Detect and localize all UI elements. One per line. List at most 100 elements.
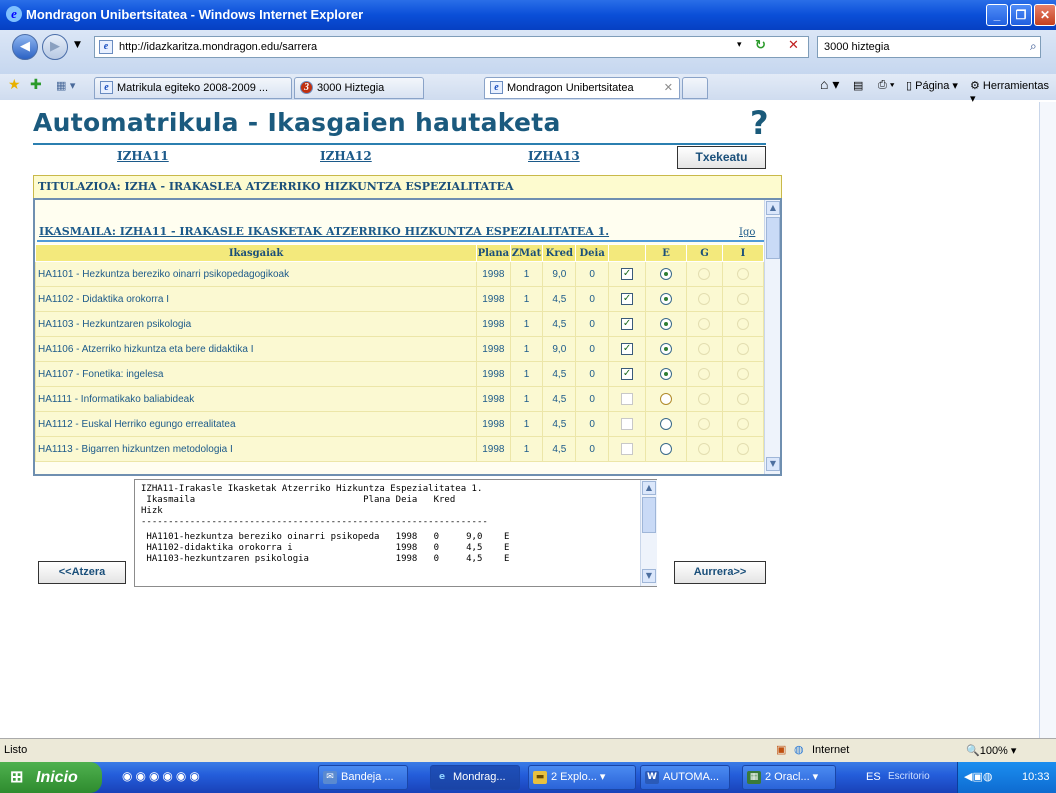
- subject-name[interactable]: HA1106 - Atzerriko hizkuntza eta bere di…: [35, 336, 478, 362]
- forward-button[interactable]: ▶: [42, 34, 68, 60]
- tab-close-icon[interactable]: ✕: [664, 78, 673, 98]
- home-icon[interactable]: ⌂ ▾: [820, 76, 839, 93]
- popup-icon[interactable]: ▣: [776, 743, 786, 756]
- zmat-value: 1: [509, 261, 544, 287]
- subject-name[interactable]: HA1112 - Euskal Herriko egungo errealita…: [35, 411, 478, 437]
- new-tab-button[interactable]: [682, 77, 708, 99]
- quick-launch-icons[interactable]: ◉◉◉◉◉◉: [122, 769, 203, 783]
- search-icon[interactable]: ⌕: [1030, 39, 1037, 54]
- scroll-down-icon[interactable]: ▼: [642, 569, 656, 583]
- taskbar-item-automa[interactable]: W AUTOMA...: [640, 765, 730, 790]
- subject-checkbox[interactable]: [621, 418, 634, 430]
- subject-checkbox[interactable]: [621, 393, 634, 405]
- search-text: 3000 hiztegia: [824, 41, 890, 53]
- call-radio-e[interactable]: [660, 393, 672, 405]
- feeds-icon[interactable]: ▤: [853, 79, 863, 92]
- add-favorites-icon[interactable]: ✚: [30, 77, 42, 93]
- maximize-button[interactable]: ❐: [1010, 4, 1032, 26]
- scroll-up-icon[interactable]: ▲: [642, 481, 656, 495]
- stop-icon[interactable]: ✕: [788, 38, 799, 53]
- radio-cell-e: [644, 386, 688, 412]
- table-row: HA1113 - Bigarren hizkuntzen metodologia…: [35, 436, 765, 462]
- summary-line: ----------------------------------------…: [141, 517, 488, 527]
- scroll-thumb[interactable]: [642, 497, 656, 533]
- subject-name[interactable]: HA1113 - Bigarren hizkuntzen metodologia…: [35, 436, 478, 462]
- page-scrollbar[interactable]: [1039, 102, 1056, 738]
- radio-cell-e: [644, 261, 688, 287]
- favorites-star-icon[interactable]: ★: [8, 77, 21, 93]
- radio-cell-e: [644, 336, 688, 362]
- group-link-izha11[interactable]: IZHA11: [117, 149, 169, 163]
- quick-tabs-icon[interactable]: ▦ ▾: [56, 79, 75, 92]
- taskbar-item-bandeja[interactable]: ✉ Bandeja ...: [318, 765, 408, 790]
- igo-link[interactable]: Igo: [739, 227, 755, 238]
- scroll-thumb[interactable]: [766, 217, 780, 259]
- radio-cell-i: [721, 311, 765, 337]
- group-link-izha12[interactable]: IZHA12: [320, 149, 372, 163]
- refresh-icon[interactable]: ↻: [755, 38, 766, 53]
- address-toolbar: ◀ ▶ ▼ e http://idazkaritza.mondragon.edu…: [0, 30, 1056, 74]
- group-link-izha13[interactable]: IZHA13: [528, 149, 580, 163]
- close-button[interactable]: ✕: [1034, 4, 1056, 26]
- minimize-button[interactable]: _: [986, 4, 1008, 26]
- tab-mondragon[interactable]: e Mondragon Unibertsitatea ✕: [484, 77, 680, 99]
- taskbar-item-oracle[interactable]: ▦ 2 Oracl... ▾: [742, 765, 836, 790]
- call-radio-e[interactable]: [660, 268, 672, 280]
- subject-checkbox[interactable]: ✓: [621, 343, 634, 355]
- scroll-up-icon[interactable]: ▲: [766, 201, 780, 215]
- history-dropdown-icon[interactable]: ▼: [74, 40, 81, 50]
- tab-matrikula[interactable]: e Matrikula egiteko 2008-2009 ...: [94, 77, 292, 99]
- subject-checkbox[interactable]: ✓: [621, 318, 634, 330]
- deia-value: 0: [575, 411, 610, 437]
- scroll-down-icon[interactable]: ▼: [766, 457, 780, 471]
- start-button[interactable]: ⊞ Inicio: [0, 762, 102, 793]
- call-radio-e[interactable]: [660, 418, 672, 430]
- summary-textarea[interactable]: IZHA11-Irakasle Ikasketak Atzerriko Hizk…: [134, 479, 657, 587]
- table-row: HA1103 - Hezkuntzaren psikologia 1998 1 4,5…: [35, 311, 765, 337]
- subject-name[interactable]: HA1111 - Informatikako baliabideak: [35, 386, 478, 412]
- subject-name[interactable]: HA1102 - Didaktika orokorra I: [35, 286, 478, 312]
- page-menu[interactable]: ▯ Página ▾: [906, 79, 958, 92]
- window-title-bar[interactable]: e Mondragon Unibertsitatea - Windows Int…: [0, 0, 1056, 30]
- desktop-toolbar[interactable]: Escritorio: [888, 771, 930, 782]
- subject-name[interactable]: HA1107 - Fonetika: ingelesa: [35, 361, 478, 387]
- tray-icons[interactable]: ◀▣◍: [964, 770, 992, 783]
- subject-checkbox[interactable]: ✓: [621, 293, 634, 305]
- subjects-scrollbar[interactable]: ▲ ▼: [764, 200, 780, 474]
- page-icon: e: [100, 81, 113, 94]
- tab-hiztegia[interactable]: 3 3000 Hiztegia: [294, 77, 424, 99]
- call-radio-e[interactable]: [660, 443, 672, 455]
- system-tray: ◀▣◍ 10:33: [957, 762, 1056, 793]
- call-radio-e[interactable]: [660, 343, 672, 355]
- subject-name[interactable]: HA1101 - Hezkuntza bereziko oinarri psik…: [35, 261, 478, 287]
- summary-line: HA1103-hezkuntzaren psikologia 1998 0 4,…: [141, 554, 510, 564]
- col-i: I: [721, 244, 765, 262]
- taskbar-item-mondragon[interactable]: e Mondrag...: [430, 765, 520, 790]
- zoom-control[interactable]: 🔍100% ▾: [966, 744, 1016, 757]
- search-input[interactable]: 3000 hiztegia: [817, 36, 1041, 58]
- radio-cell-i: [721, 436, 765, 462]
- call-radio-e[interactable]: [660, 293, 672, 305]
- ikasmaila-link[interactable]: IKASMAILA: IZHA11 - IRAKASLE IKASKETAK A…: [39, 225, 609, 238]
- subject-name[interactable]: HA1103 - Hezkuntzaren psikologia: [35, 311, 478, 337]
- summary-line: IZHA11-Irakasle Ikasketak Atzerriko Hizk…: [141, 484, 483, 494]
- call-radio-g: [698, 343, 711, 355]
- help-icon[interactable]: ?: [750, 104, 769, 142]
- txekeatu-button[interactable]: Txekeatu: [677, 146, 766, 169]
- call-radio-i: [736, 343, 749, 355]
- back-button[interactable]: ◀: [12, 34, 38, 60]
- call-radio-e[interactable]: [660, 318, 672, 330]
- address-dropdown-icon[interactable]: ▾: [737, 40, 742, 50]
- taskbar-item-explorer[interactable]: ▬ 2 Explo... ▾: [528, 765, 636, 790]
- language-indicator[interactable]: ES: [866, 771, 881, 783]
- print-icon[interactable]: ⎙ ▾: [878, 79, 894, 92]
- call-radio-e[interactable]: [660, 368, 672, 380]
- aurrera-button[interactable]: Aurrera>>: [674, 561, 766, 584]
- subject-checkbox[interactable]: [621, 443, 634, 455]
- subject-checkbox[interactable]: ✓: [621, 268, 634, 280]
- folder-icon: ▬: [533, 771, 547, 784]
- summary-scrollbar[interactable]: ▲ ▼: [640, 480, 657, 586]
- address-input[interactable]: e http://idazkaritza.mondragon.edu/sarre…: [94, 36, 809, 58]
- atzera-button[interactable]: <<Atzera: [38, 561, 126, 584]
- subject-checkbox[interactable]: ✓: [621, 368, 634, 380]
